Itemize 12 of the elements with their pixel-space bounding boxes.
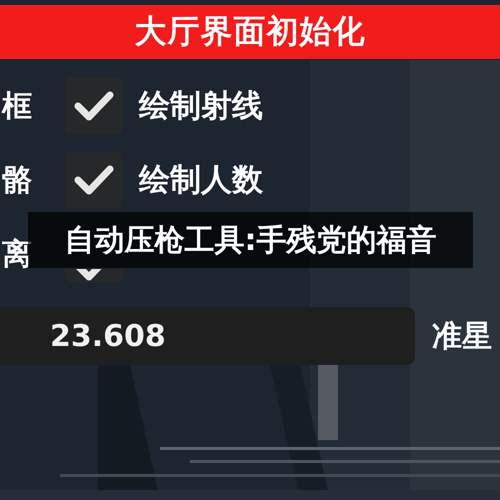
checkmark-icon bbox=[74, 91, 114, 121]
field-label: 准星 bbox=[432, 318, 492, 356]
header-title: 大厅界面初始化 bbox=[134, 11, 366, 52]
option-label: 绘制人数 bbox=[139, 161, 263, 200]
checkbox[interactable] bbox=[65, 269, 123, 283]
option-label: 骼 bbox=[1, 162, 33, 200]
option-label: 绘制射线 bbox=[139, 87, 263, 126]
value-field[interactable]: 23.608 bbox=[0, 307, 415, 365]
checkbox[interactable] bbox=[65, 151, 123, 209]
checkbox[interactable] bbox=[65, 77, 123, 135]
checkmark-icon bbox=[74, 165, 114, 195]
option-label: 框 bbox=[0, 88, 33, 126]
